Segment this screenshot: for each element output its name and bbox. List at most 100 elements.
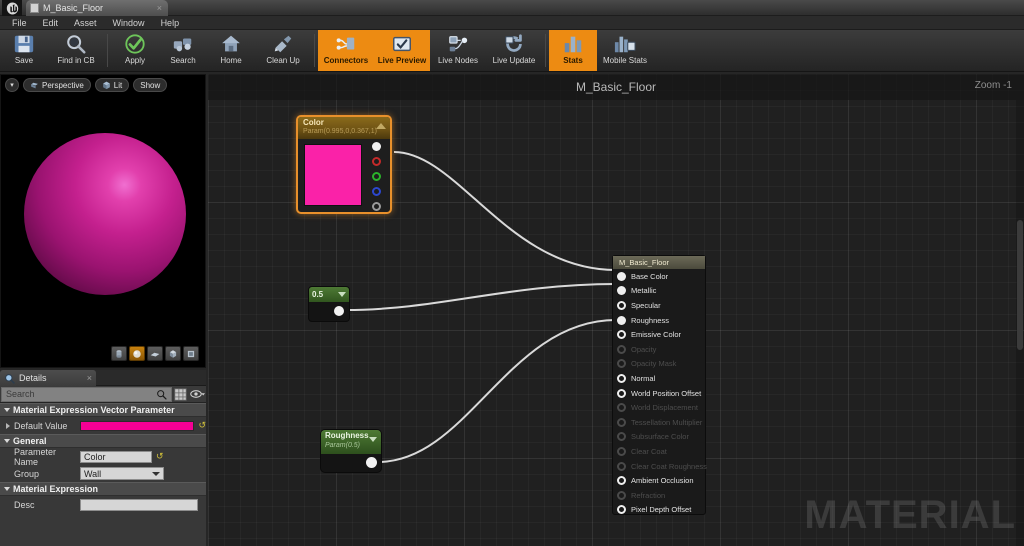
property-row-default-value[interactable]: Default Value ↺ xyxy=(0,417,206,434)
live-update-button[interactable]: Live Update xyxy=(486,30,542,71)
node-color-header[interactable]: Color Param(0.995,0,0.367,1) xyxy=(298,117,390,139)
node-color-swatch[interactable] xyxy=(304,144,362,206)
pin-dot-icon[interactable] xyxy=(617,388,626,398)
details-filter-grid-button[interactable] xyxy=(172,387,189,402)
graph-scroll-thumb[interactable] xyxy=(1017,220,1023,350)
parameter-name-input[interactable]: Color xyxy=(80,450,152,463)
expander-triangle-icon[interactable] xyxy=(6,422,10,429)
live-preview-button[interactable]: Live Preview xyxy=(374,30,430,71)
live-nodes-label: Live Nodes xyxy=(437,56,479,65)
output-pin-r[interactable] xyxy=(372,157,381,166)
output-pin-roughness[interactable] xyxy=(366,457,377,468)
cube-preview-icon[interactable] xyxy=(165,346,181,361)
pin-specular[interactable]: Specular xyxy=(613,298,705,313)
menu-asset[interactable]: Asset xyxy=(66,16,105,30)
stats-button[interactable]: Stats xyxy=(549,30,597,71)
pin-pixel-depth-offset[interactable]: Pixel Depth Offset xyxy=(613,503,705,518)
details-close-icon[interactable]: × xyxy=(87,373,92,383)
graph-vertical-scrollbar[interactable] xyxy=(1016,100,1024,546)
menu-bar: File Edit Asset Window Help xyxy=(0,16,1024,30)
chevron-down-icon[interactable] xyxy=(369,437,377,442)
material-graph-canvas[interactable]: Color Param(0.995,0,0.367,1) 0.5 Roughne… xyxy=(208,74,1024,546)
sphere-preview-icon[interactable] xyxy=(129,346,145,361)
collapse-triangle-icon[interactable] xyxy=(376,123,386,129)
details-section-vector-parameter[interactable]: Material Expression Vector Parameter xyxy=(0,403,206,417)
menu-window[interactable]: Window xyxy=(105,16,153,30)
unreal-logo-icon[interactable] xyxy=(2,0,22,16)
output-pin-g[interactable] xyxy=(372,172,381,181)
pin-subsurface-color: Subsurface Color xyxy=(613,430,705,445)
pin-base-color[interactable]: Base Color xyxy=(613,269,705,284)
reset-to-default-icon[interactable]: ↺ xyxy=(198,420,206,431)
pin-emissive-color[interactable]: Emissive Color xyxy=(613,327,705,342)
close-icon[interactable]: × xyxy=(157,3,164,13)
asset-tab[interactable]: M_Basic_Floor × xyxy=(26,0,168,16)
pin-dot-icon[interactable] xyxy=(617,300,626,310)
viewport-options-button[interactable]: ▾ xyxy=(5,78,19,92)
details-section-material-expression[interactable]: Material Expression xyxy=(0,482,206,496)
node-material-header[interactable]: M_Basic_Floor xyxy=(613,256,705,269)
property-row-desc[interactable]: Desc xyxy=(0,496,206,513)
clean-up-button[interactable]: Clean Up xyxy=(255,30,311,71)
viewport-show-button[interactable]: Show xyxy=(133,78,168,92)
details-tab[interactable]: Details × xyxy=(0,370,96,386)
pin-metallic[interactable]: Metallic xyxy=(613,284,705,299)
plane-preview-icon[interactable] xyxy=(147,346,163,361)
apply-button[interactable]: Apply xyxy=(111,30,159,71)
viewport-perspective-button[interactable]: Perspective xyxy=(23,78,91,92)
toolbar-separator-1 xyxy=(107,34,108,67)
mobile-stats-button[interactable]: Mobile Stats xyxy=(597,30,653,71)
node-material-output[interactable]: M_Basic_Floor Base Color Metallic Specul… xyxy=(612,255,707,518)
property-label: Group xyxy=(14,468,40,479)
node-roughness-header[interactable]: Roughness Param(0.5) xyxy=(321,430,381,454)
pin-dot-icon[interactable] xyxy=(617,505,626,515)
find-in-cb-button[interactable]: Find in CB xyxy=(48,30,104,71)
output-pin-rgb[interactable] xyxy=(372,142,381,151)
pin-dot-icon[interactable] xyxy=(617,330,626,340)
default-value-color-swatch[interactable] xyxy=(80,420,195,431)
menu-edit[interactable]: Edit xyxy=(35,16,67,30)
property-row-parameter-name[interactable]: Parameter Name Color ↺ xyxy=(0,447,206,467)
pin-roughness[interactable]: Roughness xyxy=(613,313,705,328)
output-pin-a[interactable] xyxy=(372,202,381,211)
pin-refraction: Refraction xyxy=(613,488,705,503)
menu-help[interactable]: Help xyxy=(153,16,188,30)
node-color-title: Color xyxy=(303,118,324,127)
desc-input[interactable] xyxy=(80,498,198,511)
save-button[interactable]: Save xyxy=(0,30,48,71)
details-search-input[interactable]: Search xyxy=(1,386,172,402)
custom-mesh-icon[interactable] xyxy=(183,346,199,361)
node-constant[interactable]: 0.5 xyxy=(308,286,350,322)
pin-label: Opacity xyxy=(631,344,657,354)
pin-label: Clear Coat xyxy=(631,446,667,456)
pin-dot-icon[interactable] xyxy=(617,286,626,296)
viewport-lit-button[interactable]: Lit xyxy=(94,78,130,92)
output-pin-constant[interactable] xyxy=(334,306,344,316)
pin-normal[interactable]: Normal xyxy=(613,371,705,386)
menu-file[interactable]: File xyxy=(4,16,35,30)
property-row-group[interactable]: Group Wall xyxy=(0,465,206,482)
material-preview-viewport[interactable]: ▾ Perspective Lit Show X xyxy=(0,74,206,368)
node-color-parameter[interactable]: Color Param(0.995,0,0.367,1) xyxy=(296,115,392,214)
reset-to-default-icon[interactable]: ↺ xyxy=(156,451,164,462)
details-visibility-button[interactable] xyxy=(189,387,206,402)
output-pin-b[interactable] xyxy=(372,187,381,196)
pin-label: Emissive Color xyxy=(631,330,682,340)
connectors-button[interactable]: Connectors xyxy=(318,30,374,71)
pin-dot-icon[interactable] xyxy=(617,476,626,486)
pin-dot-icon[interactable] xyxy=(617,271,626,281)
pin-dot-icon[interactable] xyxy=(617,373,626,383)
chevron-down-icon[interactable] xyxy=(338,292,346,297)
node-roughness-parameter[interactable]: Roughness Param(0.5) xyxy=(320,429,382,473)
node-constant-header[interactable]: 0.5 xyxy=(309,287,349,302)
cylinder-preview-icon[interactable] xyxy=(111,346,127,361)
live-nodes-button[interactable]: Live Nodes xyxy=(430,30,486,71)
pin-ambient-occlusion[interactable]: Ambient Occlusion xyxy=(613,473,705,488)
home-button[interactable]: Home xyxy=(207,30,255,71)
pin-dot-icon[interactable] xyxy=(617,315,626,325)
find-in-cb-label: Find in CB xyxy=(57,56,95,65)
group-dropdown[interactable]: Wall xyxy=(80,467,164,480)
viewport-show-label: Show xyxy=(140,80,161,90)
pin-world-position-offset[interactable]: World Position Offset xyxy=(613,386,705,401)
search-button[interactable]: Search xyxy=(159,30,207,71)
